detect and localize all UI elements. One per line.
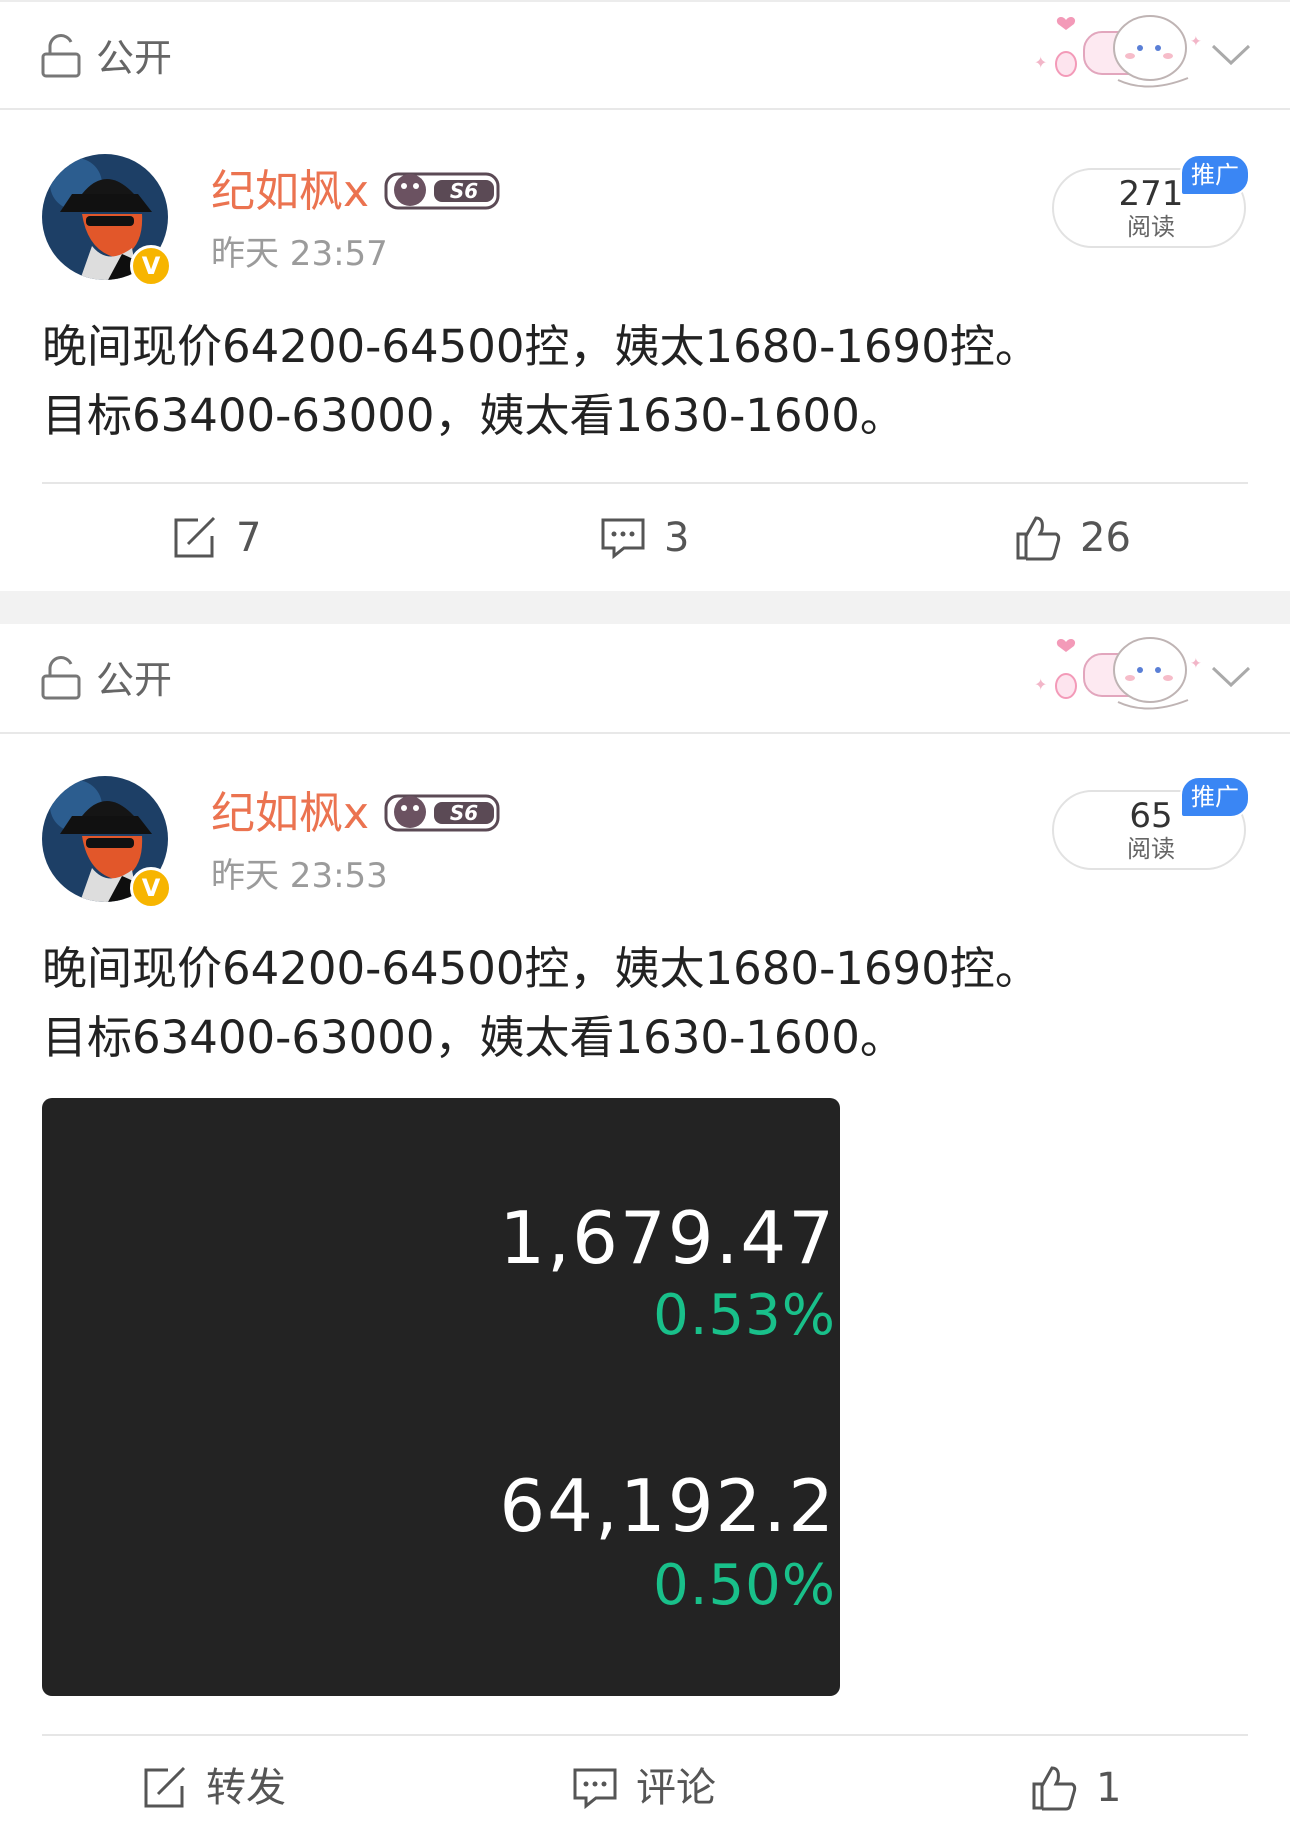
svg-text:S6: S6 [450, 801, 478, 825]
post-time: 昨天 23:53 [211, 856, 388, 896]
verified-icon: V [130, 245, 172, 287]
svg-text:✦: ✦ [1190, 656, 1202, 672]
privacy-label[interactable]: 公开 [96, 32, 172, 84]
eth-price: 1,679.47 [499, 1196, 836, 1280]
comment-label: 评论 [636, 1765, 716, 1811]
btc-price: 64,192.2 [499, 1464, 836, 1548]
repost-icon [174, 516, 216, 558]
bunny-sticker-decoration: ✦ ✦ [1034, 15, 1202, 88]
bunny-sticker-decoration: ✦ ✦ [1034, 637, 1202, 710]
divider [42, 1734, 1248, 1736]
fan-medal-badge[interactable]: S6 [384, 790, 502, 836]
post-text: 晚间现价64200-64500控，姨太1680-1690控。 目标63400-6… [42, 312, 1242, 450]
divider [42, 482, 1248, 484]
chevron-down-icon[interactable] [1210, 664, 1252, 690]
read-label: 阅读 [1127, 213, 1175, 241]
eth-change: 0.53% [653, 1283, 836, 1348]
svg-text:✦: ✦ [1190, 34, 1202, 50]
comment-button[interactable]: 评论 [572, 1758, 716, 1818]
read-label: 阅读 [1127, 835, 1175, 863]
chevron-down-icon[interactable] [1210, 42, 1252, 68]
privacy-label[interactable]: 公开 [96, 654, 172, 706]
price-screenshot-image[interactable]: 1,679.47 0.53% 64,192.2 0.50% [42, 1098, 840, 1696]
promote-tag[interactable]: 推广 [1180, 154, 1250, 196]
post-text-line: 晚间现价64200-64500控，姨太1680-1690控。 [42, 942, 1040, 995]
btc-change: 0.50% [653, 1553, 836, 1618]
repost-button[interactable]: 7 [172, 508, 261, 568]
like-button[interactable]: 26 [1014, 508, 1131, 568]
svg-text:✦: ✦ [1034, 675, 1047, 694]
post-text-line: 目标63400-63000，姨太看1630-1600。 [42, 389, 905, 442]
post-text-line: 目标63400-63000，姨太看1630-1600。 [42, 1011, 905, 1064]
post-time: 昨天 23:57 [211, 234, 388, 274]
like-count: 26 [1080, 515, 1131, 561]
fan-medal-badge[interactable]: S6 [384, 168, 502, 214]
privacy-bar: 公开 ✦ ✦ [0, 0, 1290, 110]
like-button[interactable]: 1 [1030, 1758, 1121, 1818]
post-text-line: 晚间现价64200-64500控，姨太1680-1690控。 [42, 320, 1040, 373]
verified-icon: V [130, 867, 172, 909]
promote-tag[interactable]: 推广 [1180, 776, 1250, 818]
svg-text:S6: S6 [450, 179, 478, 203]
comment-button[interactable]: 3 [600, 508, 689, 568]
comment-count: 3 [664, 515, 690, 561]
repost-button[interactable]: 转发 [142, 1758, 286, 1818]
privacy-bar: 公开 ✦ ✦ [0, 624, 1290, 734]
like-icon [1032, 1766, 1077, 1811]
comment-icon [573, 1768, 617, 1810]
author-name[interactable]: 纪如枫x [211, 164, 369, 220]
repost-icon [144, 1766, 186, 1808]
repost-count: 7 [236, 515, 262, 561]
comment-icon [601, 518, 645, 560]
post-card: 公开 ✦ ✦ V 纪如枫x [0, 0, 1290, 591]
svg-text:✦: ✦ [1034, 53, 1047, 72]
like-count: 1 [1096, 1765, 1122, 1811]
lock-icon [41, 656, 81, 700]
lock-icon [41, 34, 81, 78]
post-text: 晚间现价64200-64500控，姨太1680-1690控。 目标63400-6… [42, 934, 1242, 1072]
like-icon [1016, 516, 1061, 561]
author-name[interactable]: 纪如枫x [211, 786, 369, 842]
repost-label: 转发 [206, 1765, 286, 1811]
